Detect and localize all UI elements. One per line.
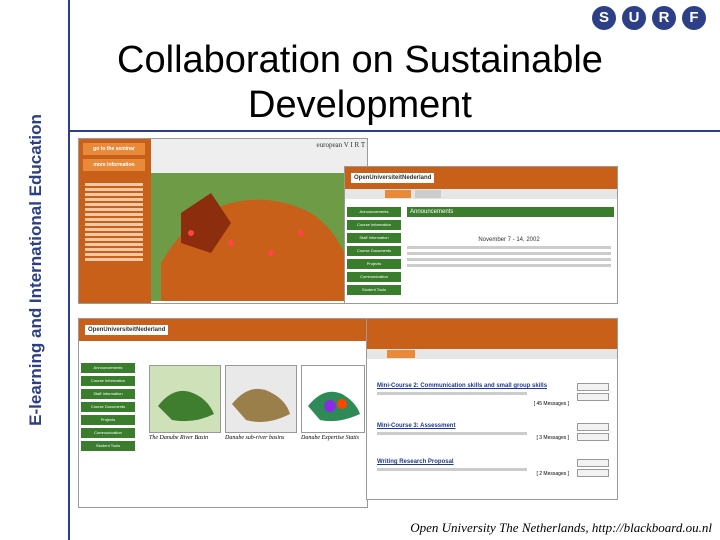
danube-expertise-image [301, 365, 365, 433]
nav-course-information[interactable]: Course Information [347, 220, 401, 230]
danube-basin-graphic [158, 390, 214, 422]
row-buttons [577, 459, 609, 479]
announcements-content: Announcements November 7 - 14, 2002 [407, 207, 614, 301]
ou-brand: OpenUniversiteitNederland [351, 173, 435, 183]
ou-header-bar: OpenUniversiteitNederland [345, 167, 617, 189]
seminar-tab-go[interactable]: go to the seminar [83, 143, 145, 155]
nav-projects[interactable]: Projects [81, 415, 135, 425]
nav-announcements[interactable]: Announcements [81, 363, 135, 373]
nav-course-documents[interactable]: Course Documents [81, 402, 135, 412]
remove-button[interactable] [577, 393, 609, 401]
seminar-intro-text [85, 181, 143, 285]
nav-student-tools[interactable]: Student Tools [81, 441, 135, 451]
nav-staff-information[interactable]: Staff Information [81, 389, 135, 399]
danube-subbasins-graphic [232, 388, 290, 422]
screenshot-announcements: OpenUniversiteitNederland Announcements … [344, 166, 618, 304]
announcements-title: Announcements [407, 207, 614, 217]
nav-communication[interactable]: Communication [81, 428, 135, 438]
line [407, 246, 611, 249]
message-count: [ 45 Messages ] [533, 401, 569, 407]
modify-button[interactable] [577, 423, 609, 431]
nav-announcements[interactable]: Announcements [347, 207, 401, 217]
logo-letter-f: F [682, 6, 706, 30]
course-nav: Announcements Course Information Staff I… [81, 363, 135, 454]
europe-map-image [151, 173, 363, 301]
message-count: [ 2 Messages ] [536, 471, 569, 477]
line [407, 252, 611, 255]
header-rule [68, 130, 720, 132]
caption-basin: The Danube River Basin [149, 435, 209, 441]
logo-letter-s: S [592, 6, 616, 30]
forum-description [377, 432, 527, 435]
list-item: Mini-Course 3: Assessment [ 3 Messages ] [377, 423, 613, 441]
message-count: [ 3 Messages ] [536, 435, 569, 441]
seminar-brand: european V I R T U A L seminar [316, 141, 368, 149]
course-tabs [345, 189, 617, 199]
list-item: Writing Research Proposal [ 2 Messages ] [377, 459, 613, 477]
date-range: November 7 - 14, 2002 [478, 237, 540, 243]
ou-brand: OpenUniversiteitNederland [85, 325, 169, 335]
caption-subbasins: Danube sub-river basins [225, 435, 285, 441]
row-buttons [577, 383, 609, 403]
footer-caption: Open University The Netherlands, http://… [410, 520, 712, 535]
line [407, 258, 611, 261]
sidebar: E-learning and International Education [0, 0, 70, 540]
tab-courses[interactable] [387, 350, 415, 358]
modify-button[interactable] [577, 383, 609, 391]
nav-student-tools[interactable]: Student Tools [347, 285, 401, 295]
nav-communication[interactable]: Communication [347, 272, 401, 282]
modify-button[interactable] [577, 459, 609, 467]
row-buttons [577, 423, 609, 443]
list-item: Mini-Course 2: Communication skills and … [377, 383, 613, 407]
seminar-nav: go to the seminar more information [79, 139, 151, 303]
screenshot-discussion: Mini-Course 2: Communication skills and … [366, 318, 618, 500]
tab-courses[interactable] [385, 190, 411, 198]
remove-button[interactable] [577, 433, 609, 441]
ou-header-bar: OpenUniversiteitNederland [79, 319, 367, 341]
seminar-tab-info[interactable]: more information [83, 159, 145, 171]
nav-course-information[interactable]: Course Information [81, 376, 135, 386]
danube-basin-image [149, 365, 221, 433]
vertical-title: E-learning and International Education [26, 114, 45, 426]
nav-course-documents[interactable]: Course Documents [347, 246, 401, 256]
eu-banner [407, 217, 611, 237]
forum-description [377, 468, 527, 471]
nav-staff-information[interactable]: Staff Information [347, 233, 401, 243]
seminar-header: european V I R T U A L seminar [151, 139, 367, 173]
page-title: Collaboration on Sustainable Development [117, 39, 603, 126]
course-nav: Announcements Course Information Staff I… [347, 207, 401, 298]
logo-letter-u: U [622, 6, 646, 30]
logo-letter-r: R [652, 6, 676, 30]
forum-description [377, 392, 527, 395]
europe-map-graphic [151, 173, 363, 301]
remove-button[interactable] [577, 469, 609, 477]
caption-expertise: Danube Expertise Statis [301, 435, 359, 441]
danube-expertise-graphic [308, 391, 360, 422]
ou-header-bar [367, 319, 617, 349]
screenshot-virtual-seminar: go to the seminar more information europ… [78, 138, 368, 304]
tab-resources[interactable] [415, 190, 441, 198]
line [407, 264, 611, 267]
screenshot-danube: OpenUniversiteitNederland Announcements … [78, 318, 368, 508]
course-tabs [367, 349, 617, 359]
nav-projects[interactable]: Projects [347, 259, 401, 269]
danube-subbasins-image [225, 365, 297, 433]
surf-logo: S U R F [592, 6, 718, 36]
